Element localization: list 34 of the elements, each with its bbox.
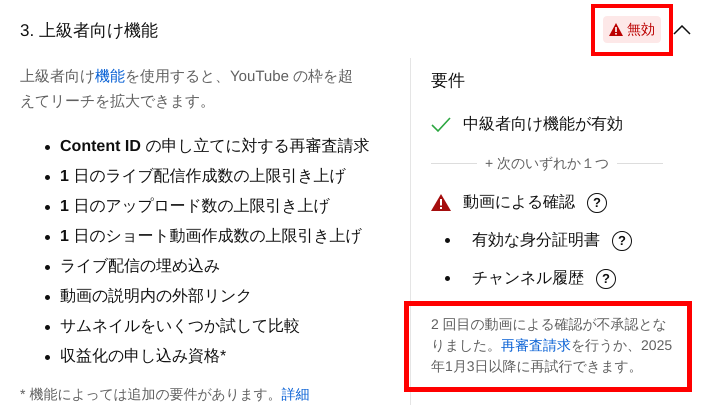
separator-label: + 次のいずれか１つ (484, 154, 610, 173)
footnote-text: * 機能によっては追加の要件があります。詳細 (20, 385, 310, 404)
requirements-heading: 要件 (431, 70, 466, 92)
help-button[interactable]: ? (596, 268, 616, 288)
help-button[interactable]: ? (587, 192, 607, 212)
status-badge: 無効 (603, 16, 661, 43)
bullet-icon (45, 294, 50, 300)
description-text: 上級者向け機能を使用すると、YouTube の枠を超えてリーチを拡大できます。 (20, 67, 354, 112)
requirement-label: 動画による確認 (463, 192, 575, 212)
note-text: 2 回目の動画による確認が不承認となりました。再審査請求を行うか、2025年1月3日以降に再試行できます。 (409, 306, 687, 386)
feature-item: 収益化の申し込み資格* (60, 346, 226, 367)
bullet-icon (45, 324, 50, 330)
features-link[interactable]: 機能 (95, 68, 125, 85)
details-link[interactable]: 詳細 (281, 386, 310, 402)
bullet-icon (45, 264, 50, 270)
feature-item: Content ID の申し立てに対する再審査請求 (60, 136, 370, 157)
section-title: 3. 上級者向け機能 (20, 20, 158, 42)
feature-item: 1 日のショート動画作成数の上限引き上げ (60, 226, 362, 247)
help-button[interactable]: ? (612, 230, 632, 250)
feature-item: ライブ配信の埋め込み (60, 256, 220, 277)
requirement-label: チャンネル履歴 (472, 268, 584, 288)
feature-item: 動画の説明内の外部リンク (60, 286, 252, 307)
bullet-icon (45, 234, 50, 240)
feature-item: 1 日のアップロード数の上限引き上げ (60, 196, 330, 217)
requirement-label: 有効な身分証明書 (472, 230, 600, 250)
bullet-icon (45, 354, 50, 360)
bullet-icon (45, 204, 50, 210)
bullet-icon (45, 174, 50, 180)
warning-icon (609, 23, 623, 36)
requirement-label: 中級者向け機能が有効 (463, 114, 623, 134)
feature-item: 1 日のライブ配信作成数の上限引き上げ (60, 166, 346, 187)
bullet-icon (45, 144, 50, 150)
appeal-link[interactable]: 再審査請求 (501, 336, 571, 352)
feature-item: サムネイルをいくつか試して比較 (60, 316, 300, 337)
